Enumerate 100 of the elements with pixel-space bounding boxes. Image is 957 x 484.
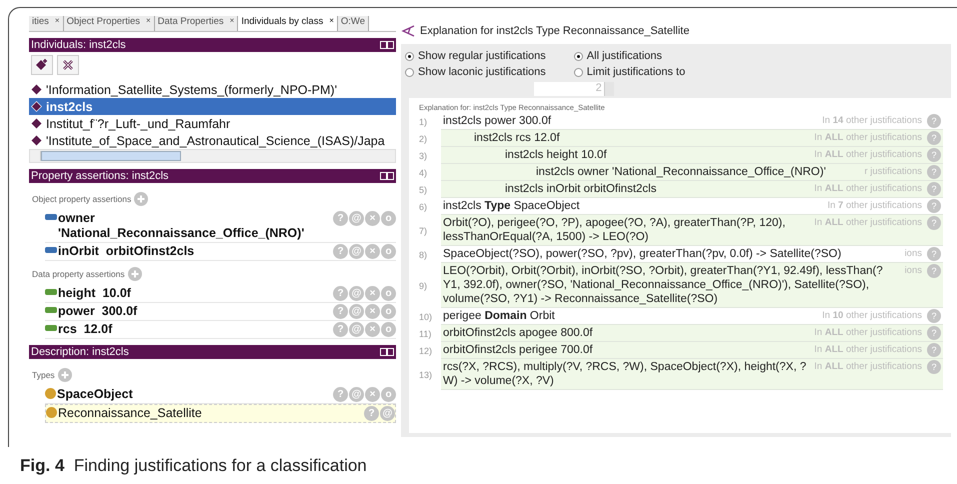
line-number: 13) [419,370,434,380]
line-number: 3) [419,150,428,160]
assertion-row[interactable]: rcs 12.0f ? @ × o [45,321,396,339]
class-icon [45,388,56,399]
assertion-text: SpaceObject [57,387,134,402]
add-individual-button[interactable] [31,55,53,75]
action-button[interactable]: @ [349,304,364,319]
action-button[interactable]: o [381,244,396,259]
action-button[interactable]: × [365,387,380,402]
usage-count: In ALL other justifications [814,131,922,145]
axiom-text: inst2cls Type SpaceObject [443,199,581,213]
usage-count: In ALL other justifications [814,148,922,162]
tab[interactable]: ities × [29,16,64,31]
tab[interactable]: O:We [338,16,369,31]
action-button[interactable]: o [381,304,396,319]
radio-option[interactable]: Show laconic justifications [405,66,546,78]
individual-item[interactable]: Institut_f¨?r_Luft-_und_Raumfahr [29,115,396,132]
action-button[interactable]: ? [333,244,348,259]
property-icon [45,289,57,295]
radio-option[interactable]: All justifications [574,50,686,62]
action-button[interactable]: ? [333,387,348,402]
action-button[interactable]: × [365,211,380,226]
action-button[interactable]: ? [333,211,348,226]
diamond-icon [31,84,42,95]
action-button[interactable]: @ [349,244,364,259]
help-button[interactable]: ? [927,343,941,357]
assertion-row[interactable]: power 300.0f ? @ × o [45,303,396,321]
horizontal-scrollbar[interactable] [29,149,396,163]
section-heading: Types [32,370,55,380]
action-button[interactable]: @ [349,211,364,226]
figure-caption: Fig. 4 Finding justifications for a classification [20,456,367,476]
section-heading: Object property assertions [32,194,132,204]
assertion-row[interactable]: height 10.0f ? @ × o [45,285,396,303]
individual-item[interactable]: 'Institute_of_Space_and_Astronautical_Science_(ISAS)/Japa [29,132,396,149]
tab[interactable]: Object Properties × [64,16,155,31]
help-button[interactable]: ? [927,309,941,323]
help-button[interactable]: ? [927,360,941,374]
action-button[interactable]: @ [349,387,364,402]
action-button[interactable]: × [365,244,380,259]
help-button[interactable]: ? [927,264,941,278]
help-button[interactable]: ? [927,247,941,261]
usage-count: In ALL other justifications [814,360,922,374]
action-button[interactable]: @ [349,286,364,301]
action-button[interactable]: @ [349,322,364,337]
line-number: 12) [419,346,434,356]
window-title: Explanation for inst2cls Type Reconnaissance_Satellite [420,25,690,37]
usage-count: r justifications [864,165,922,179]
usage-count: In ALL other justifications [814,326,922,340]
action-button[interactable]: o [381,211,396,226]
help-button[interactable]: ? [927,182,941,196]
help-button[interactable]: ? [927,199,941,213]
help-button[interactable]: ? [927,148,941,162]
diamond-icon [31,118,42,129]
line-number: 6) [419,202,428,212]
action-button[interactable]: ? [333,304,348,319]
usage-count: ions [904,247,922,261]
action-button[interactable]: @ [380,406,395,421]
assertion-row[interactable]: owner 'National_Reconnaissance_Office_(NRO)' ? @ × o [45,210,396,243]
panel-title: Description: inst2cls [31,346,129,358]
view-options-icon[interactable] [380,172,394,180]
help-button[interactable]: ? [927,165,941,179]
panel-title: Individuals: inst2cls [31,39,126,51]
axiom-text: rcs(?X, ?RCS), multiply(?V, ?RCS, ?W), SpaceObject(?X), height(?X, ?W) -> volume(?X, ?V) [443,360,808,388]
diamond-icon [31,135,42,146]
limit-spinner[interactable]: 2 [534,82,614,96]
delete-individual-button[interactable] [57,55,79,75]
action-button[interactable]: o [381,387,396,402]
line-number: 9) [419,280,428,290]
help-button[interactable]: ? [927,216,941,230]
usage-count: In 14 other justifications [822,114,922,128]
view-options-icon[interactable] [380,41,394,49]
help-button[interactable]: ? [927,131,941,145]
action-button[interactable]: o [381,322,396,337]
action-button[interactable]: × [365,304,380,319]
radio-option[interactable]: Show regular justifications [405,50,546,62]
action-button[interactable]: × [365,286,380,301]
tab[interactable]: Data Properties × [154,16,238,31]
help-button[interactable]: ? [927,326,941,340]
assertion-row[interactable]: inOrbit orbitOfinst2cls ? @ × o [45,243,396,261]
action-button[interactable]: o [381,286,396,301]
action-button[interactable]: × [365,322,380,337]
line-number: 7) [419,226,428,236]
individual-item[interactable]: inst2cls [29,98,396,115]
section-heading: Data property assertions [32,269,125,279]
axiom-text: Orbit(?O), perigee(?O, ?P), apogee(?O, ?A), greaterThan(?P, 120), lessThanOrEqual(?A, 1500) -> LEO(?O) [443,216,786,244]
help-button[interactable]: ? [927,114,941,128]
assertion-text: Reconnaissance_Satellite [58,406,203,421]
individual-item[interactable]: 'Information_Satellite_Systems_(formerly_NPO-PM)' [29,81,396,98]
usage-count: In ALL other justifications [814,343,922,357]
action-button[interactable]: ? [333,322,348,337]
diamond-plus-icon [35,58,49,72]
axiom-text: LEO(?Orbit), Orbit(?Orbit), inOrbit(?SO, ?Orbit), greaterThan(?Y1, 92.49f), lessThan(?Y1, 392.0f), owner(?SO, 'National_Reconnaissance_Office_(NRO)'), Satellite(?SO), volume(?SO, ?Y1) -> Reconnaissance_Satellite(?SO) [443,264,884,306]
radio-option[interactable]: Limit justifications to [574,66,686,78]
usage-count: In ALL other justifications [814,182,922,196]
action-button[interactable]: ? [364,406,379,421]
assertion-row[interactable]: Reconnaissance_Satellite ? @ [45,404,396,423]
panel-title: Property assertions: inst2cls [31,170,169,182]
action-button[interactable]: ? [333,286,348,301]
class-icon [46,407,57,418]
view-options-icon[interactable] [380,348,394,356]
